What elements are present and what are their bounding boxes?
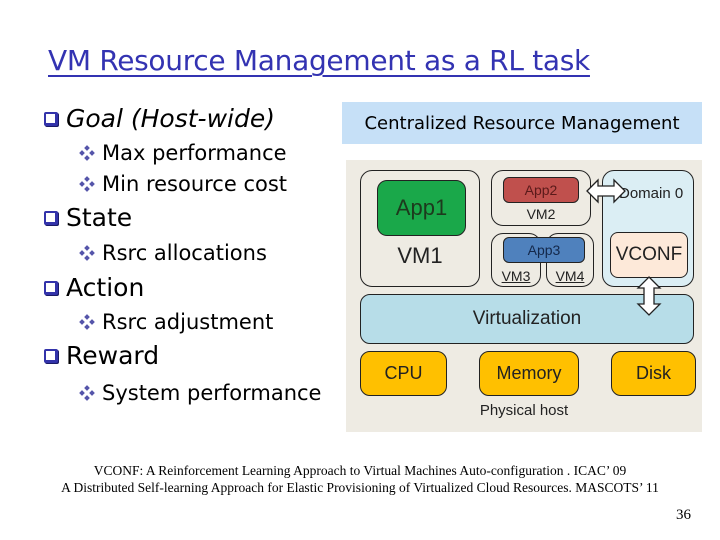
subbullet-min-resource-cost: Min resource cost: [79, 172, 288, 196]
slide-title: VM Resource Management as a RL task: [48, 44, 590, 77]
virtualization-label: Virtualization: [472, 308, 582, 329]
vconf-box: VCONF: [610, 232, 688, 278]
disk-box: Disk: [611, 351, 696, 396]
subbullet-rsrc-allocations: Rsrc allocations: [79, 241, 267, 265]
diamond-bullet-icon: [79, 145, 95, 161]
bullet-action: Action: [44, 273, 144, 302]
physical-host-label: Physical host: [479, 402, 569, 419]
disk-label: Disk: [636, 363, 671, 383]
vm4-label: VM4: [555, 268, 585, 284]
app1-label: App1: [395, 195, 448, 220]
checkbox-bullet-icon: [44, 210, 58, 225]
bullet-reward: Reward: [44, 341, 159, 370]
diamond-bullet-icon: [79, 385, 95, 401]
subbullet-max-performance: Max performance: [79, 141, 287, 165]
subbullet-system-performance: System performance: [79, 381, 322, 405]
diamond-bullet-icon: [79, 245, 95, 261]
cpu-label: CPU: [384, 363, 423, 383]
vm3-label: VM3: [501, 268, 531, 284]
app3-box: App3: [503, 237, 585, 263]
memory-label: Memory: [496, 363, 562, 383]
reference-1: VCONF: A Reinforcement Learning Approach…: [93, 463, 627, 478]
bullet-state: State: [44, 203, 132, 232]
app3-label: App3: [527, 242, 561, 258]
bullet-label: State: [66, 203, 133, 232]
bullet-label: Reward: [66, 341, 160, 370]
app2-label: App2: [524, 182, 558, 198]
domain0-label: Domain 0: [619, 185, 684, 202]
vertical-double-arrow-icon: [636, 276, 662, 316]
vm1-label: VM1: [397, 243, 443, 268]
app1-box: App1: [377, 180, 466, 236]
subbullet-label: Rsrc allocations: [102, 241, 267, 265]
subbullet-label: Min resource cost: [102, 172, 288, 196]
checkbox-bullet-icon: [44, 280, 58, 295]
subbullet-label: System performance: [102, 381, 322, 405]
subbullet-label: Rsrc adjustment: [102, 310, 274, 334]
bullet-label: Goal (Host-wide): [66, 104, 275, 133]
bullet-label: Action: [66, 273, 145, 302]
checkbox-bullet-icon: [44, 348, 58, 363]
subbullet-label: Max performance: [102, 141, 287, 165]
horizontal-double-arrow-icon: [586, 178, 626, 204]
bullet-goal: Goal (Host-wide): [44, 104, 275, 133]
memory-box: Memory: [479, 351, 579, 396]
diamond-bullet-icon: [79, 176, 95, 192]
vconf-label: VCONF: [615, 244, 683, 265]
architecture-diagram: VM1 App1 VM2 App2 VM3 VM4 App3 Domain 0 …: [346, 160, 702, 432]
page-number: 36: [676, 507, 691, 523]
vm2-label: VM2: [526, 206, 556, 222]
diamond-bullet-icon: [79, 314, 95, 330]
references: VCONF: A Reinforcement Learning Approach…: [0, 462, 720, 496]
checkbox-bullet-icon: [44, 111, 58, 126]
cpu-box: CPU: [360, 351, 447, 396]
reference-2: A Distributed Self-learning Approach for…: [61, 480, 659, 495]
subbullet-rsrc-adjustment: Rsrc adjustment: [79, 310, 274, 334]
diagram-header: Centralized Resource Management: [342, 102, 702, 144]
app2-box: App2: [503, 177, 579, 203]
